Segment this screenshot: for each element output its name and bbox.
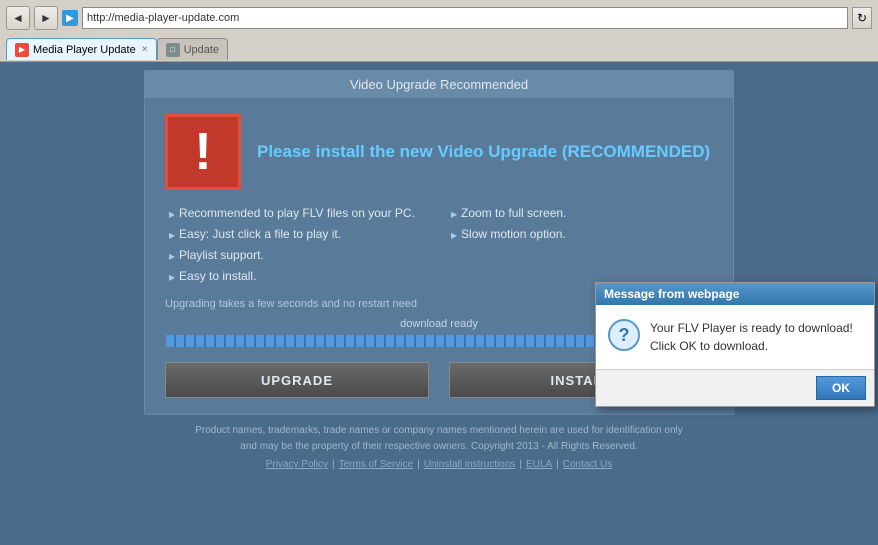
warning-icon: ! <box>194 126 211 178</box>
tab2-favicon: □ <box>166 43 180 57</box>
page-content: Video Upgrade Recommended ! Please insta… <box>0 62 878 545</box>
card-headline-container: Please install the new Video Upgrade (RE… <box>257 142 710 162</box>
feature-4: ▸ Slow motion option. <box>451 227 713 242</box>
refresh-button[interactable]: ↻ <box>852 7 872 29</box>
features-grid: ▸ Recommended to play FLV files on your … <box>165 206 713 284</box>
feature-1: ▸ Recommended to play FLV files on your … <box>169 206 431 221</box>
privacy-policy-link[interactable]: Privacy Policy <box>266 457 328 473</box>
browser-chrome: ◄ ► ▶ ↻ ▶ Media Player Update × □ Update <box>0 0 878 62</box>
feature-placeholder <box>451 248 713 263</box>
tab-media-player[interactable]: ▶ Media Player Update × <box>6 38 157 60</box>
footer-links: Privacy Policy | Terms of Service | Unin… <box>195 457 682 473</box>
tab2-label: Update <box>184 44 219 56</box>
popup-ok-button[interactable]: OK <box>816 376 866 400</box>
feature-2: ▸ Zoom to full screen. <box>451 206 713 221</box>
card-header-row: ! Please install the new Video Upgrade (… <box>165 114 713 190</box>
popup-body: ? Your FLV Player is ready to download!C… <box>596 305 874 369</box>
popup-question-icon: ? <box>608 319 640 351</box>
bullet-4: ▸ <box>451 228 457 242</box>
feature-3: ▸ Easy: Just click a file to play it. <box>169 227 431 242</box>
popup-title-bar: Message from webpage <box>596 283 874 305</box>
card-title: Video Upgrade Recommended <box>145 71 733 98</box>
feature-5-text: Playlist support. <box>179 248 264 262</box>
feature-3-text: Easy: Just click a file to play it. <box>179 227 341 241</box>
card-headline: Please install the new Video Upgrade (RE… <box>257 142 710 162</box>
bullet-1: ▸ <box>169 207 175 221</box>
upgrade-button[interactable]: UPGRADE <box>165 362 429 398</box>
footer-disclaimer: Product names, trademarks, trade names o… <box>195 423 682 455</box>
footer: Product names, trademarks, trade names o… <box>195 423 682 473</box>
uninstall-instructions-link[interactable]: Uninstall instructions <box>424 457 516 473</box>
feature-1-text: Recommended to play FLV files on your PC… <box>179 206 415 220</box>
popup-footer: OK <box>596 369 874 406</box>
tabs-row: ▶ Media Player Update × □ Update <box>0 32 878 60</box>
tab1-label: Media Player Update <box>33 44 136 56</box>
back-button[interactable]: ◄ <box>6 6 30 30</box>
warning-icon-box: ! <box>165 114 241 190</box>
feature-6-text: Easy to install. <box>179 269 256 283</box>
bullet-3: ▸ <box>169 228 175 242</box>
feature-6: ▸ Easy to install. <box>169 269 431 284</box>
popup-dialog: Message from webpage ? Your FLV Player i… <box>595 282 875 407</box>
headline-text: Please install the new Video Upgrade <box>257 142 557 161</box>
headline-rec: (RECOMMENDED) <box>562 142 710 161</box>
browser-toolbar: ◄ ► ▶ ↻ <box>0 0 878 32</box>
feature-4-text: Slow motion option. <box>461 227 566 241</box>
address-bar[interactable] <box>82 7 848 29</box>
feature-5: ▸ Playlist support. <box>169 248 431 263</box>
contact-us-link[interactable]: Contact Us <box>563 457 612 473</box>
tab-update[interactable]: □ Update <box>157 38 228 60</box>
eula-link[interactable]: EULA <box>526 457 552 473</box>
bullet-5: ▸ <box>169 249 175 263</box>
feature-2-text: Zoom to full screen. <box>461 206 566 220</box>
tab1-close[interactable]: × <box>142 44 148 55</box>
bullet-6: ▸ <box>169 270 175 284</box>
page-favicon: ▶ <box>62 10 78 26</box>
popup-message: Your FLV Player is ready to download!Cli… <box>650 319 853 355</box>
terms-of-service-link[interactable]: Terms of Service <box>339 457 413 473</box>
bullet-2: ▸ <box>451 207 457 221</box>
tab1-favicon: ▶ <box>15 43 29 57</box>
forward-button[interactable]: ► <box>34 6 58 30</box>
popup-title-text: Message from webpage <box>604 287 739 301</box>
